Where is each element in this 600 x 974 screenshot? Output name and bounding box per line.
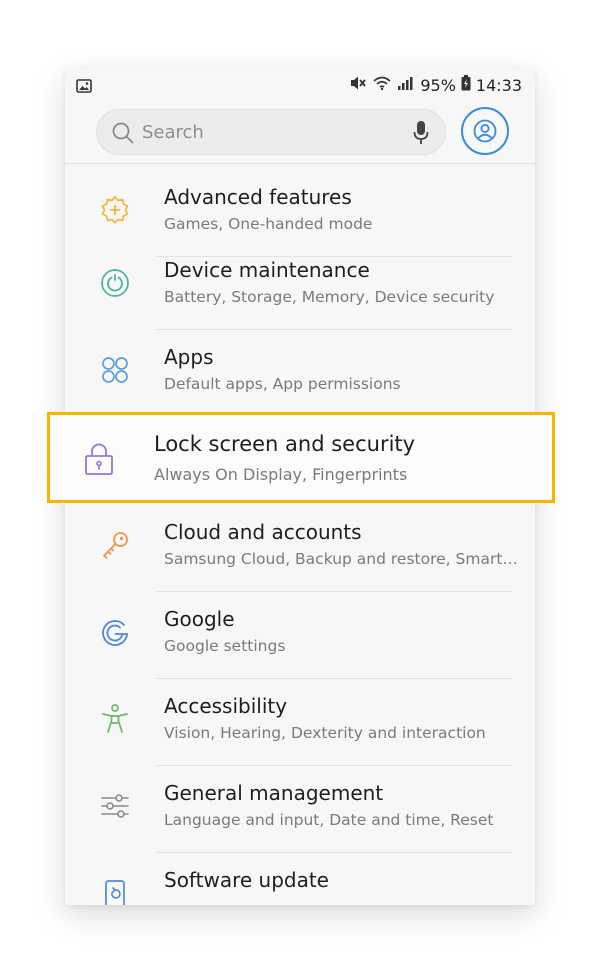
- image-icon: [76, 78, 92, 97]
- clock: 14:33: [475, 75, 522, 95]
- item-subtitle: Vision, Hearing, Dexterity and interacti…: [164, 724, 486, 742]
- item-subtitle: Default apps, App permissions: [164, 375, 401, 393]
- item-title: Advanced features: [164, 185, 352, 209]
- settings-item-google[interactable]: Google Google settings: [65, 592, 535, 679]
- mic-icon[interactable]: [413, 120, 429, 150]
- item-subtitle: Games, One-handed mode: [164, 215, 373, 233]
- item-subtitle: Samsung Cloud, Backup and restore, Smart…: [164, 550, 518, 568]
- profile-button[interactable]: [461, 107, 509, 155]
- maintenance-icon: [101, 269, 129, 297]
- battery-percent: 95%: [420, 75, 456, 95]
- item-title: Lock screen and security: [154, 432, 416, 456]
- accessibility-icon: [102, 704, 128, 733]
- search-divider: [65, 163, 535, 164]
- wifi-icon: [372, 75, 392, 96]
- settings-item-software-update[interactable]: Software update: [65, 853, 535, 905]
- item-title: General management: [164, 781, 384, 805]
- item-subtitle: Always On Display, Fingerprints: [154, 465, 408, 484]
- item-subtitle: Language and input, Date and time, Reset: [164, 811, 494, 829]
- screenshot-stage: 95% 14:33 Search Advanced features Games…: [0, 0, 600, 974]
- item-title: Software update: [164, 868, 329, 892]
- status-bar: 95% 14:33: [65, 68, 535, 104]
- item-title: Device maintenance: [164, 258, 370, 282]
- key-icon: [103, 532, 128, 559]
- item-title: Apps: [164, 345, 214, 369]
- settings-item-general-management[interactable]: General management Language and input, D…: [65, 766, 535, 853]
- gear-plus-icon: [101, 196, 129, 224]
- signal-icon: [397, 75, 415, 96]
- apps-icon: [102, 357, 128, 383]
- sliders-icon: [101, 794, 129, 818]
- status-right: 95% 14:33: [349, 75, 522, 96]
- settings-item-lock-screen-and-security[interactable]: Lock screen and security Always On Displ…: [47, 412, 555, 503]
- lock-icon: [85, 443, 113, 475]
- search-placeholder: Search: [142, 122, 204, 143]
- item-subtitle: Battery, Storage, Memory, Device securit…: [164, 288, 495, 306]
- settings-item-accessibility[interactable]: Accessibility Vision, Hearing, Dexterity…: [65, 679, 535, 766]
- settings-item-cloud-and-accounts[interactable]: Cloud and accounts Samsung Cloud, Backup…: [65, 505, 535, 592]
- battery-icon: [461, 75, 471, 96]
- settings-item-device-maintenance[interactable]: Device maintenance Battery, Storage, Mem…: [65, 243, 535, 330]
- search-icon: [111, 121, 135, 149]
- software-update-icon: [105, 880, 125, 905]
- settings-item-apps[interactable]: Apps Default apps, App permissions: [65, 330, 535, 417]
- item-title: Cloud and accounts: [164, 520, 362, 544]
- search-input[interactable]: Search: [96, 109, 446, 155]
- item-title: Accessibility: [164, 694, 288, 718]
- item-title: Google: [164, 607, 235, 631]
- google-icon: [102, 620, 128, 646]
- mute-icon: [349, 75, 367, 96]
- item-subtitle: Google settings: [164, 637, 286, 655]
- profile-icon: [473, 119, 497, 143]
